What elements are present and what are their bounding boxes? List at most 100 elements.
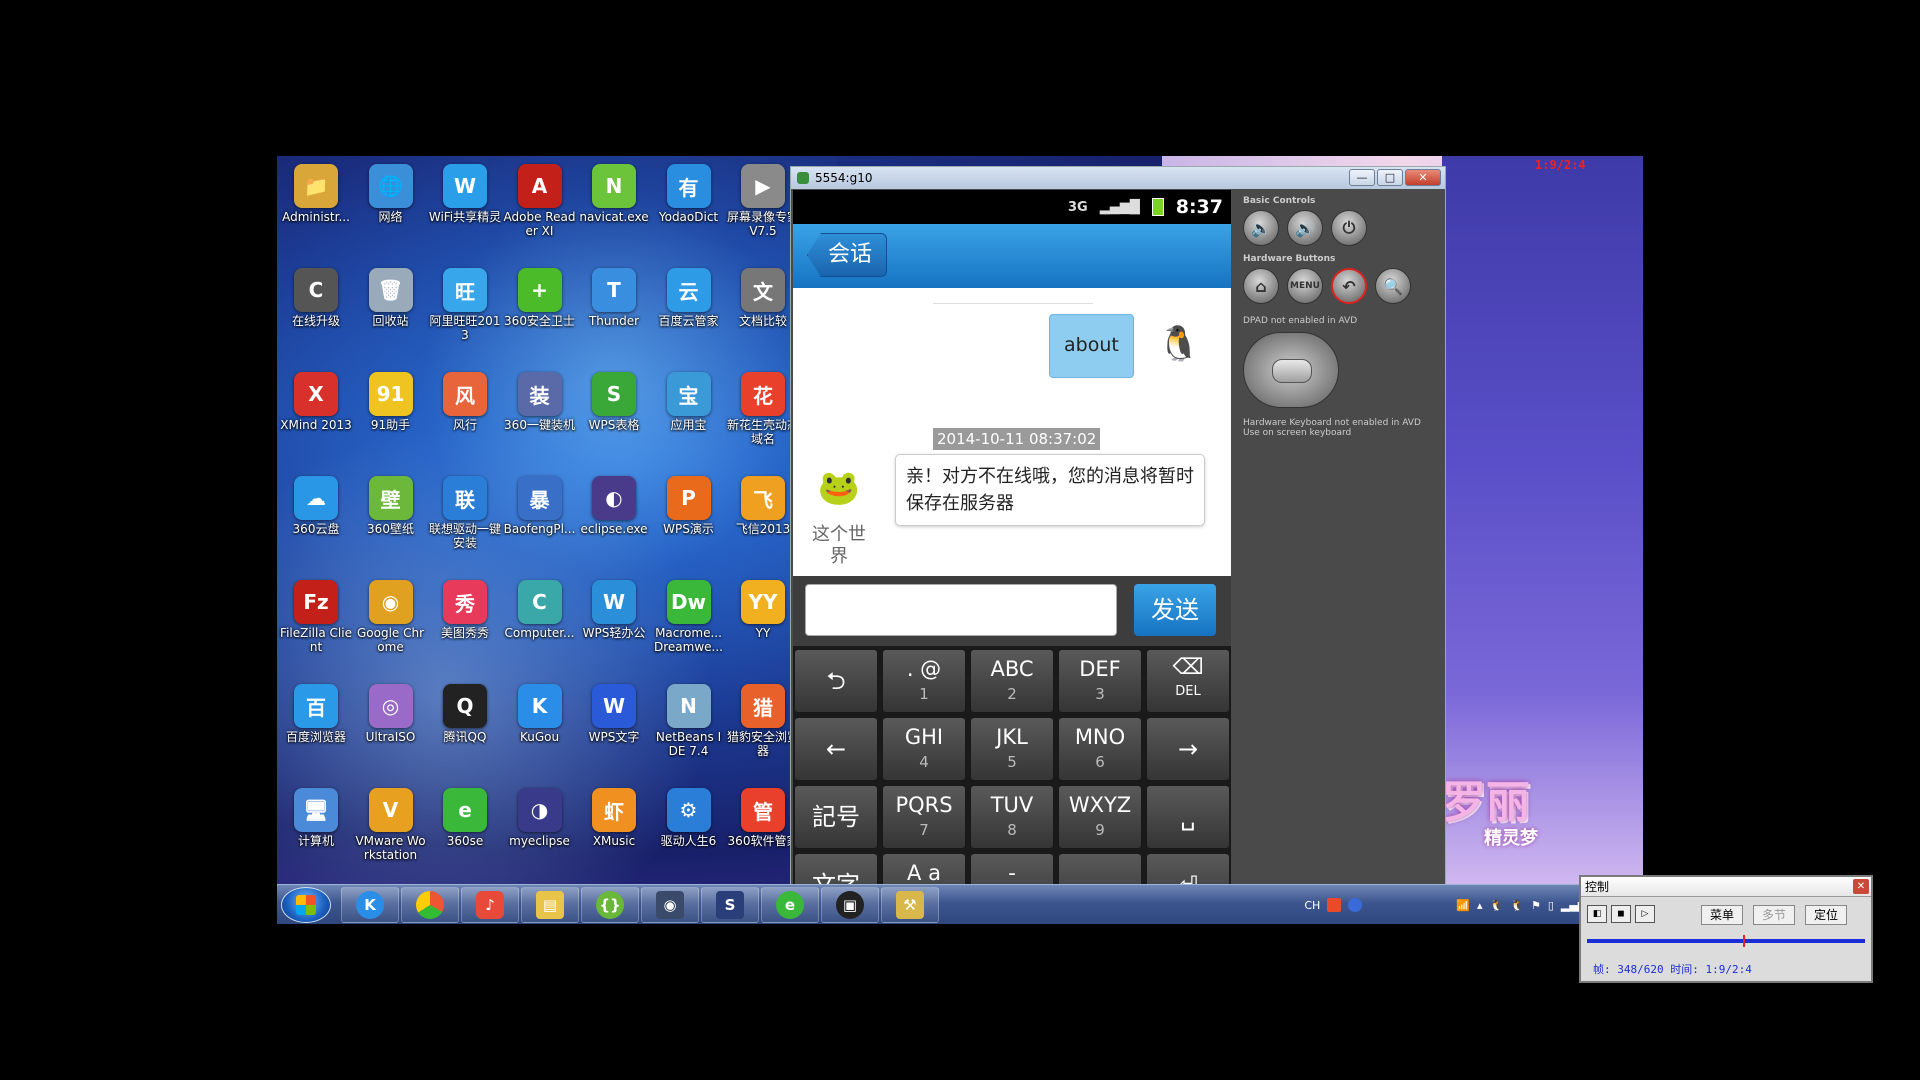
taskbar-s-app[interactable]: S <box>701 887 759 923</box>
player-titlebar[interactable]: 控制 ✕ <box>1581 877 1871 897</box>
desktop-icon[interactable]: Fz FileZilla Client <box>279 576 353 672</box>
ime-icon[interactable] <box>1327 898 1342 912</box>
keypad-key[interactable]: ⌫ DEL <box>1147 650 1229 712</box>
desktop-icon[interactable]: 📁 Administr... <box>279 160 353 256</box>
desktop-icon[interactable]: YY YY <box>726 576 800 672</box>
keypad-key[interactable]: GHI 4 <box>883 718 965 780</box>
desktop-icon[interactable]: 虾 XMusic <box>577 784 651 880</box>
desktop-icon[interactable]: P WPS演示 <box>652 472 726 568</box>
taskbar-360se[interactable]: e <box>761 887 819 923</box>
tray-language[interactable]: CH <box>1304 899 1320 912</box>
taskbar-emulator[interactable]: ▣ <box>821 887 879 923</box>
maximize-button[interactable]: □ <box>1377 169 1403 186</box>
desktop-icon[interactable]: 91 91助手 <box>354 368 428 464</box>
message-input[interactable] <box>805 584 1117 636</box>
desktop-icon[interactable]: K KuGou <box>503 680 577 776</box>
qq-tray-icon-2[interactable]: 🐧 <box>1510 899 1524 912</box>
desktop-icon[interactable]: Nnavicat.exe <box>577 160 651 256</box>
close-button[interactable]: ✕ <box>1405 169 1441 186</box>
desktop-icon[interactable]: V VMware Workstation <box>354 784 428 880</box>
my-avatar-penguin-icon[interactable]: 🐧 <box>1151 314 1207 374</box>
start-button[interactable] <box>281 887 331 923</box>
stop-button[interactable]: ◼ <box>1611 905 1631 923</box>
desktop-icon[interactable]: Dw Macrome... Dreamwe... <box>652 576 726 672</box>
desktop-icon[interactable]: +360安全卫士 <box>503 264 577 360</box>
outgoing-message[interactable]: about <box>1049 314 1134 378</box>
desktop-icon[interactable]: 百百度浏览器 <box>279 680 353 776</box>
incoming-message[interactable]: 亲！对方不在线哦，您的消息将暂时保存在服务器 <box>895 454 1205 526</box>
tray-expand-icon[interactable]: ▴ <box>1477 899 1483 912</box>
playback-progress[interactable] <box>1587 935 1865 947</box>
desktop-icon[interactable]: T Thunder <box>577 264 651 360</box>
desktop-icon[interactable]: C 在线升级 <box>279 264 353 360</box>
emulator-titlebar[interactable]: 5554:g10 <box>791 167 1445 189</box>
keypad-key[interactable]: ␣ <box>1147 786 1229 848</box>
volume-down-icon[interactable]: 🔈 <box>1243 210 1279 246</box>
desktop-icon[interactable]: ◉ Google Chrome <box>354 576 428 672</box>
wifi-icon[interactable]: 📶 <box>1456 899 1470 912</box>
keypad-key[interactable]: 記号 <box>795 786 877 848</box>
usb-icon[interactable]: ▯ <box>1548 899 1554 912</box>
search-icon[interactable]: 🔍 <box>1375 268 1411 304</box>
qq-tray-icon[interactable]: 🐧 <box>1490 899 1504 912</box>
desktop-icon[interactable]: A Adobe Reader XI <box>503 160 577 256</box>
desktop-icon[interactable]: ◑ myeclipse <box>503 784 577 880</box>
desktop-icon[interactable]: 壁 360壁纸 <box>354 472 428 568</box>
keypad-key[interactable]: JKL 5 <box>971 718 1053 780</box>
desktop-icon[interactable]: 🗑 回收站 <box>354 264 428 360</box>
desktop-icon[interactable]: ▶ 屏幕录像专家V7.5 <box>726 160 800 256</box>
taskbar-kugou[interactable]: K <box>341 887 399 923</box>
desktop-icon[interactable]: W WPS文字 <box>577 680 651 776</box>
desktop-icon[interactable]: 🖥 计算机 <box>279 784 353 880</box>
keypad-key[interactable]: PQRS 7 <box>883 786 965 848</box>
desktop-icon[interactable]: W WiFi共享精灵 <box>428 160 502 256</box>
locate-button[interactable]: 定位 <box>1805 905 1848 925</box>
desktop-icon[interactable]: ◐ eclipse.exe <box>577 472 651 568</box>
volume-up-icon[interactable]: 🔊 <box>1287 210 1323 246</box>
keypad-key[interactable]: MNO 6 <box>1059 718 1141 780</box>
keypad-key[interactable]: . @ 1 <box>883 650 965 712</box>
desktop-icon[interactable]: S WPS表格 <box>577 368 651 464</box>
taskbar-chrome[interactable] <box>401 887 459 923</box>
contact-avatar-frog-icon[interactable]: 🐸 <box>811 458 867 518</box>
desktop-icon[interactable]: ☁ 360云盘 <box>279 472 353 568</box>
desktop-icon[interactable]: 🌐 网络 <box>354 160 428 256</box>
help-icon[interactable] <box>1348 898 1363 912</box>
desktop-icon[interactable]: ⚙ 驱动人生6 <box>652 784 726 880</box>
keypad-key[interactable]: DEF 3 <box>1059 650 1141 712</box>
desktop-icon[interactable]: 有 YodaoDict <box>652 160 726 256</box>
menu-button[interactable]: MENU <box>1287 268 1323 304</box>
desktop-icon[interactable]: 暴 BaofengPl... <box>503 472 577 568</box>
taskbar-editor[interactable]: {} <box>581 887 639 923</box>
desktop-icon[interactable]: X XMind 2013 <box>279 368 353 464</box>
minimize-button[interactable]: — <box>1349 169 1375 186</box>
desktop-icon[interactable]: C Computer... <box>503 576 577 672</box>
desktop-icon[interactable]: 文文档比较 <box>726 264 800 360</box>
desktop-icon[interactable]: W WPS轻办公 <box>577 576 651 672</box>
desktop-icon[interactable]: 猎猎豹安全浏览器 <box>726 680 800 776</box>
keypad-key[interactable]: → <box>1147 718 1229 780</box>
taskbar-tools[interactable]: ⚒ <box>881 887 939 923</box>
progress-marker[interactable] <box>1742 935 1745 947</box>
desktop-icon[interactable]: Q 腾讯QQ <box>428 680 502 776</box>
multi-button[interactable]: 多节 <box>1753 905 1796 925</box>
back-hw-icon[interactable]: ↶ <box>1331 268 1367 304</box>
taskbar-explorer[interactable]: ▤ <box>521 887 579 923</box>
power-icon[interactable]: ⏻ <box>1331 210 1367 246</box>
desktop-icon[interactable]: 联联想驱动一键安装 <box>428 472 502 568</box>
home-icon[interactable]: ⌂ <box>1243 268 1279 304</box>
menu-button-player[interactable]: 菜单 <box>1701 905 1744 925</box>
desktop-icon[interactable]: 宝应用宝 <box>652 368 726 464</box>
dpad-control[interactable] <box>1243 332 1339 408</box>
flag-icon[interactable]: ⚑ <box>1531 899 1541 912</box>
keypad-key[interactable]: ← <box>795 718 877 780</box>
desktop-icon[interactable]: 云百度云管家 <box>652 264 726 360</box>
desktop-icon[interactable]: e 360se <box>428 784 502 880</box>
dpad-center[interactable] <box>1272 359 1312 383</box>
desktop-icon[interactable]: 装 360一键装机 <box>503 368 577 464</box>
desktop-icon[interactable]: 花新花生壳动态域名 <box>726 368 800 464</box>
keypad-key[interactable]: WXYZ 9 <box>1059 786 1141 848</box>
back-button[interactable]: 会话 <box>807 233 888 277</box>
keypad-key[interactable]: ⮌ <box>795 650 877 712</box>
taskbar-recorder[interactable]: ◉ <box>641 887 699 923</box>
